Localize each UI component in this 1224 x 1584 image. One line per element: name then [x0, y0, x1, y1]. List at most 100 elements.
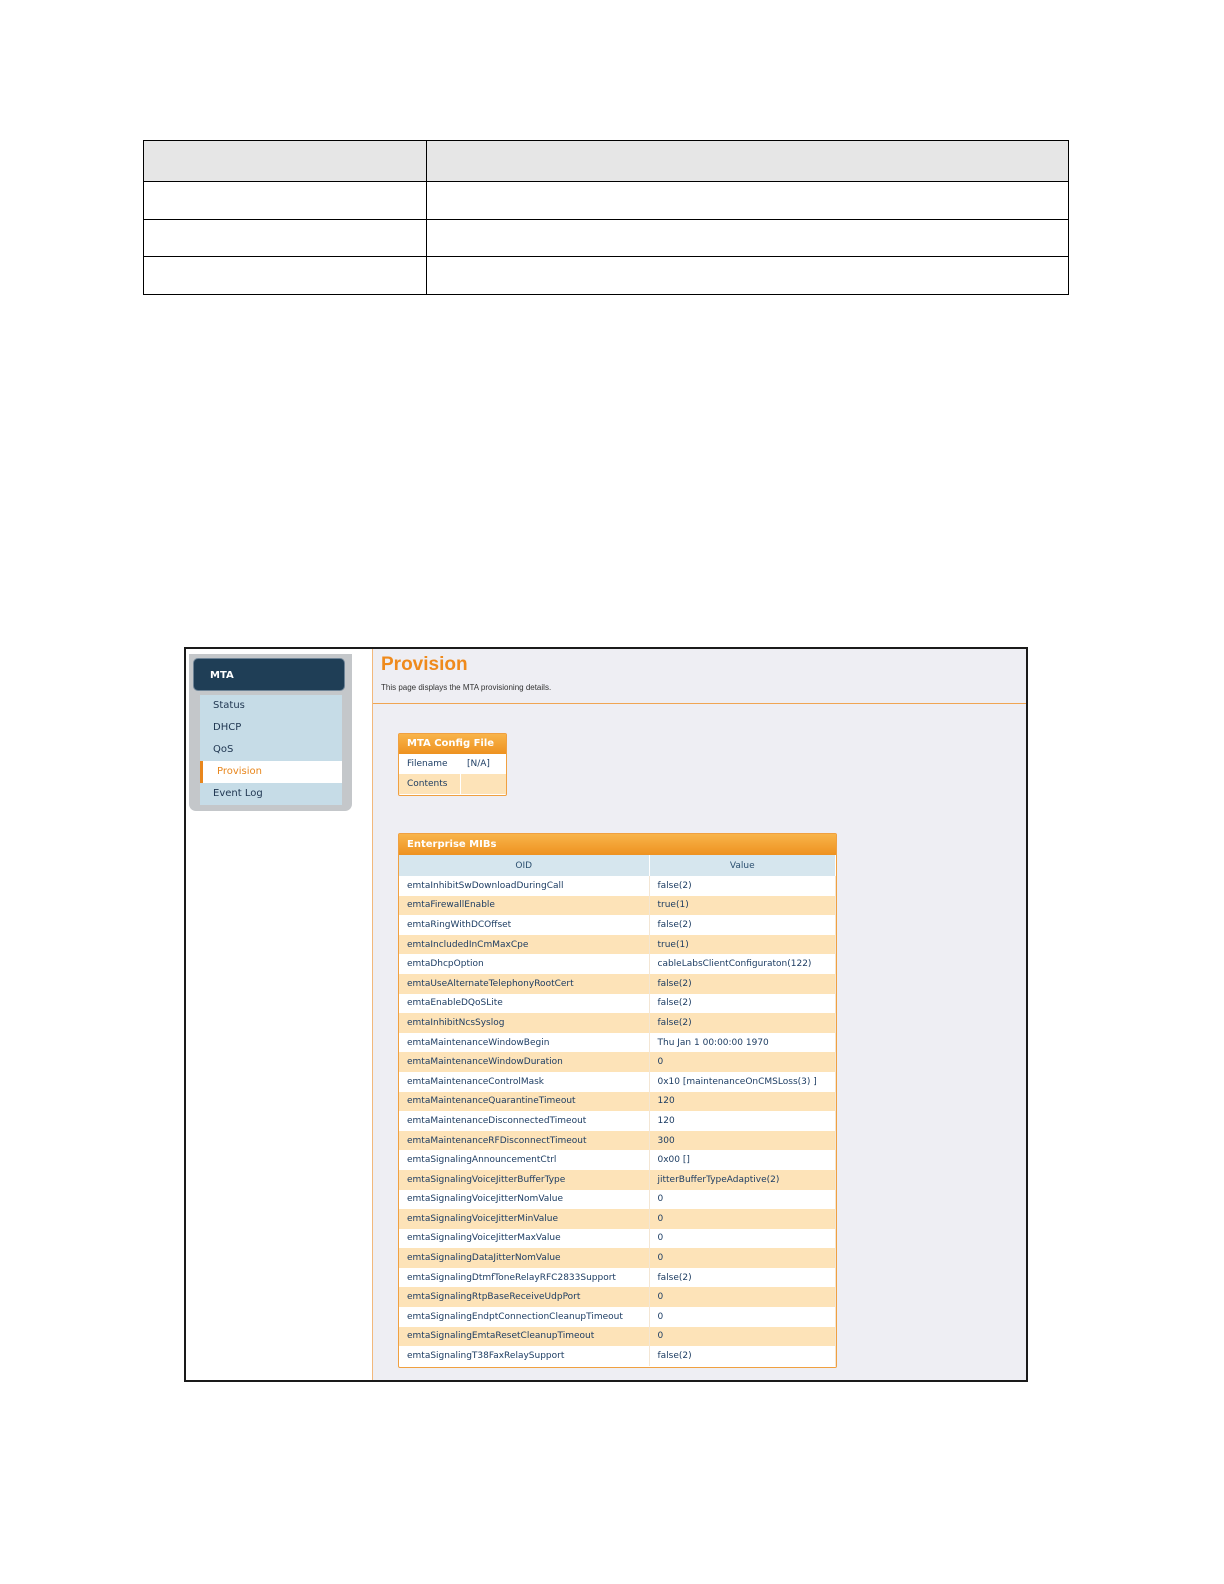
oid-cell: emtaDhcpOption	[399, 954, 650, 974]
table-row: emtaSignalingVoiceJitterMinValue 0	[399, 1209, 836, 1229]
mib-table: OID Value emtaInhibitSwDownloadDuringCal…	[399, 855, 836, 1366]
table-row: emtaMaintenanceWindowDuration 0	[399, 1052, 836, 1072]
main-content: Provision This page displays the MTA pro…	[372, 649, 1026, 1380]
enterprise-mibs-panel-title: Enterprise MIBs	[399, 834, 836, 855]
table-cell	[426, 140, 1069, 182]
value-cell: cableLabsClientConfiguraton(122)	[649, 954, 836, 974]
oid-cell: emtaSignalingT38FaxRelaySupport	[399, 1346, 650, 1366]
sidebar: MTA Status DHCP QoS Provision Event Log	[189, 654, 352, 811]
value-cell: 0	[649, 1052, 836, 1072]
table-row: emtaMaintenanceDisconnectedTimeout 120	[399, 1111, 836, 1131]
document-table-header-row	[143, 140, 1069, 182]
oid-cell: emtaMaintenanceQuarantineTimeout	[399, 1091, 650, 1112]
table-row: emtaSignalingT38FaxRelaySupport false(2)	[399, 1346, 836, 1366]
value-cell: false(2)	[649, 915, 836, 935]
config-key: Filename	[399, 754, 461, 774]
table-cell	[143, 181, 427, 220]
config-row-contents: Contents	[399, 774, 506, 794]
enterprise-mibs-panel: Enterprise MIBs OID Value emtaInhibitSwD…	[398, 833, 837, 1368]
config-file-panel-title: MTA Config File	[399, 734, 506, 754]
value-cell: 0	[649, 1326, 836, 1347]
table-row: emtaMaintenanceControlMask 0x10 [maintena…	[399, 1071, 836, 1092]
value-cell: Thu Jan 1 00:00:00 1970	[649, 1032, 836, 1053]
oid-cell: emtaMaintenanceWindowBegin	[399, 1032, 650, 1053]
table-row: emtaSignalingEmtaResetCleanupTimeout 0	[399, 1326, 836, 1347]
oid-cell: emtaSignalingAnnouncementCtrl	[399, 1150, 650, 1170]
config-file-panel: MTA Config File Filename [N/A] Contents	[398, 733, 507, 796]
value-cell: 300	[649, 1130, 836, 1151]
table-row: emtaMaintenanceRFDisconnectTimeout 300	[399, 1130, 836, 1151]
value-cell: true(1)	[649, 895, 836, 916]
table-row: emtaMaintenanceWindowBegin Thu Jan 1 00:0…	[399, 1032, 836, 1053]
oid-cell: emtaMaintenanceRFDisconnectTimeout	[399, 1130, 650, 1151]
table-row: emtaSignalingAnnouncementCtrl 0x00 []	[399, 1150, 836, 1170]
oid-cell: emtaInhibitSwDownloadDuringCall	[399, 876, 650, 896]
config-value	[461, 774, 467, 794]
value-cell: 0x10 [maintenanceOnCMSLoss(3) ]	[649, 1071, 836, 1092]
sidebar-item-provision[interactable]: Provision	[200, 761, 342, 783]
table-row: emtaUseAlternateTelephonyRootCert false(2…	[399, 973, 836, 994]
table-row: emtaDhcpOption cableLabsClientConfigurato…	[399, 954, 836, 974]
value-cell: false(2)	[649, 876, 836, 896]
table-cell	[143, 219, 427, 257]
oid-cell: emtaSignalingEmtaResetCleanupTimeout	[399, 1326, 650, 1347]
table-row: emtaSignalingVoiceJitterBufferType jitter…	[399, 1169, 836, 1190]
value-cell: 120	[649, 1111, 836, 1131]
value-cell: 0	[649, 1248, 836, 1268]
table-cell	[426, 181, 1069, 220]
config-value: [N/A]	[467, 759, 490, 769]
table-row: emtaSignalingDataJitterNomValue 0	[399, 1248, 836, 1268]
table-row	[143, 256, 1069, 295]
table-cell	[143, 256, 427, 295]
page-description: This page displays the MTA provisioning …	[381, 683, 552, 692]
document-table	[143, 140, 1069, 295]
oid-cell: emtaSignalingVoiceJitterBufferType	[399, 1169, 650, 1190]
sidebar-menu: Status DHCP QoS Provision Event Log	[200, 695, 342, 805]
value-cell: 0x00 []	[649, 1150, 836, 1170]
value-cell: false(2)	[649, 993, 836, 1014]
table-row: emtaFirewallEnable true(1)	[399, 895, 836, 916]
oid-cell: emtaSignalingVoiceJitterNomValue	[399, 1189, 650, 1210]
table-row: emtaSignalingRtpBaseReceiveUdpPort 0	[399, 1287, 836, 1308]
value-cell: false(2)	[649, 1267, 836, 1288]
table-row: emtaIncludedInCmMaxCpe true(1)	[399, 934, 836, 955]
table-row: emtaEnableDQoSLite false(2)	[399, 993, 836, 1014]
table-row: emtaSignalingVoiceJitterMaxValue 0	[399, 1228, 836, 1249]
table-row	[143, 219, 1069, 257]
sidebar-header[interactable]: MTA	[193, 658, 345, 691]
table-row: emtaInhibitSwDownloadDuringCall false(2)	[399, 876, 836, 896]
mib-table-body: emtaInhibitSwDownloadDuringCall false(2) e…	[399, 876, 836, 1366]
value-cell: true(1)	[649, 934, 836, 955]
table-cell	[426, 256, 1069, 295]
value-cell: 0	[649, 1307, 836, 1327]
page-title: Provision	[381, 654, 468, 675]
table-row: emtaRingWithDCOffset false(2)	[399, 915, 836, 935]
oid-cell: emtaSignalingRtpBaseReceiveUdpPort	[399, 1287, 650, 1308]
table-row	[143, 181, 1069, 220]
oid-cell: emtaFirewallEnable	[399, 895, 650, 916]
oid-cell: emtaSignalingVoiceJitterMaxValue	[399, 1228, 650, 1249]
config-key: Contents	[399, 774, 461, 794]
value-cell: 0	[649, 1209, 836, 1229]
title-divider	[373, 703, 1026, 704]
oid-cell: emtaUseAlternateTelephonyRootCert	[399, 973, 650, 994]
oid-cell: emtaSignalingDtmfToneRelayRFC2833Support	[399, 1267, 650, 1288]
table-row: emtaSignalingEndptConnectionCleanupTimeo…	[399, 1307, 836, 1327]
value-cell: false(2)	[649, 1346, 836, 1366]
oid-cell: emtaMaintenanceControlMask	[399, 1071, 650, 1092]
sidebar-item-event-log[interactable]: Event Log	[200, 783, 342, 805]
value-cell: false(2)	[649, 973, 836, 994]
sidebar-item-status[interactable]: Status	[200, 695, 342, 717]
sidebar-item-dhcp[interactable]: DHCP	[200, 717, 342, 739]
sidebar-item-qos[interactable]: QoS	[200, 739, 342, 761]
value-cell: 0	[649, 1228, 836, 1249]
table-cell	[426, 219, 1069, 257]
table-row: emtaInhibitNcsSyslog false(2)	[399, 1013, 836, 1033]
oid-cell: emtaEnableDQoSLite	[399, 993, 650, 1014]
value-cell: jitterBufferTypeAdaptive(2)	[649, 1169, 836, 1190]
mib-table-header: OID Value	[399, 855, 836, 876]
column-header-oid: OID	[399, 855, 650, 876]
value-cell: 120	[649, 1091, 836, 1112]
oid-cell: emtaRingWithDCOffset	[399, 915, 650, 935]
table-row: emtaSignalingDtmfToneRelayRFC2833Support…	[399, 1267, 836, 1288]
